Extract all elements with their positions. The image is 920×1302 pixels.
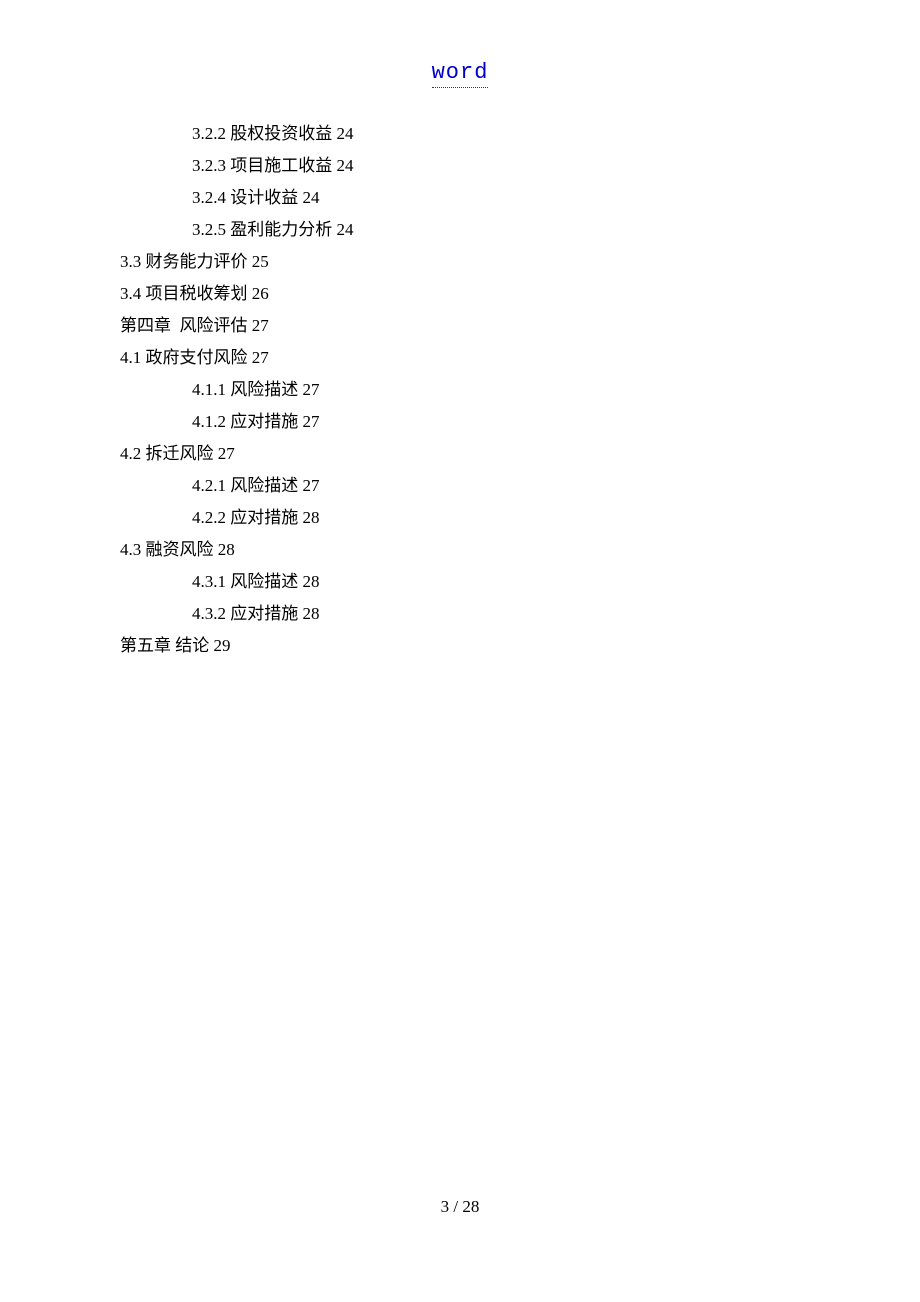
word-link[interactable]: word	[432, 62, 489, 84]
toc-entry: 4.3 融资风险 28	[120, 534, 800, 566]
page-number: 3 / 28	[0, 1197, 920, 1217]
toc-entry: 4.1 政府支付风险 27	[120, 342, 800, 374]
toc-entry: 4.3.2 应对措施 28	[120, 598, 800, 630]
page-header: word	[120, 62, 800, 84]
word-link-text: word	[432, 60, 489, 85]
document-page: word 3.2.2 股权投资收益 243.2.3 项目施工收益 243.2.4…	[0, 0, 920, 662]
toc-entry: 4.2.2 应对措施 28	[120, 502, 800, 534]
table-of-contents: 3.2.2 股权投资收益 243.2.3 项目施工收益 243.2.4 设计收益…	[120, 118, 800, 662]
toc-entry: 4.1.1 风险描述 27	[120, 374, 800, 406]
toc-entry: 4.2 拆迁风险 27	[120, 438, 800, 470]
toc-entry: 4.3.1 风险描述 28	[120, 566, 800, 598]
toc-entry: 第五章 结论 29	[120, 630, 800, 662]
toc-entry: 3.2.4 设计收益 24	[120, 182, 800, 214]
toc-entry: 第四章 风险评估 27	[120, 310, 800, 342]
page-number-text: 3 / 28	[441, 1197, 480, 1216]
toc-entry: 3.4 项目税收筹划 26	[120, 278, 800, 310]
toc-entry: 3.2.3 项目施工收益 24	[120, 150, 800, 182]
toc-entry: 3.3 财务能力评价 25	[120, 246, 800, 278]
toc-entry: 3.2.5 盈利能力分析 24	[120, 214, 800, 246]
toc-entry: 4.2.1 风险描述 27	[120, 470, 800, 502]
spellcheck-underline	[432, 87, 489, 88]
toc-entry: 3.2.2 股权投资收益 24	[120, 118, 800, 150]
toc-entry: 4.1.2 应对措施 27	[120, 406, 800, 438]
